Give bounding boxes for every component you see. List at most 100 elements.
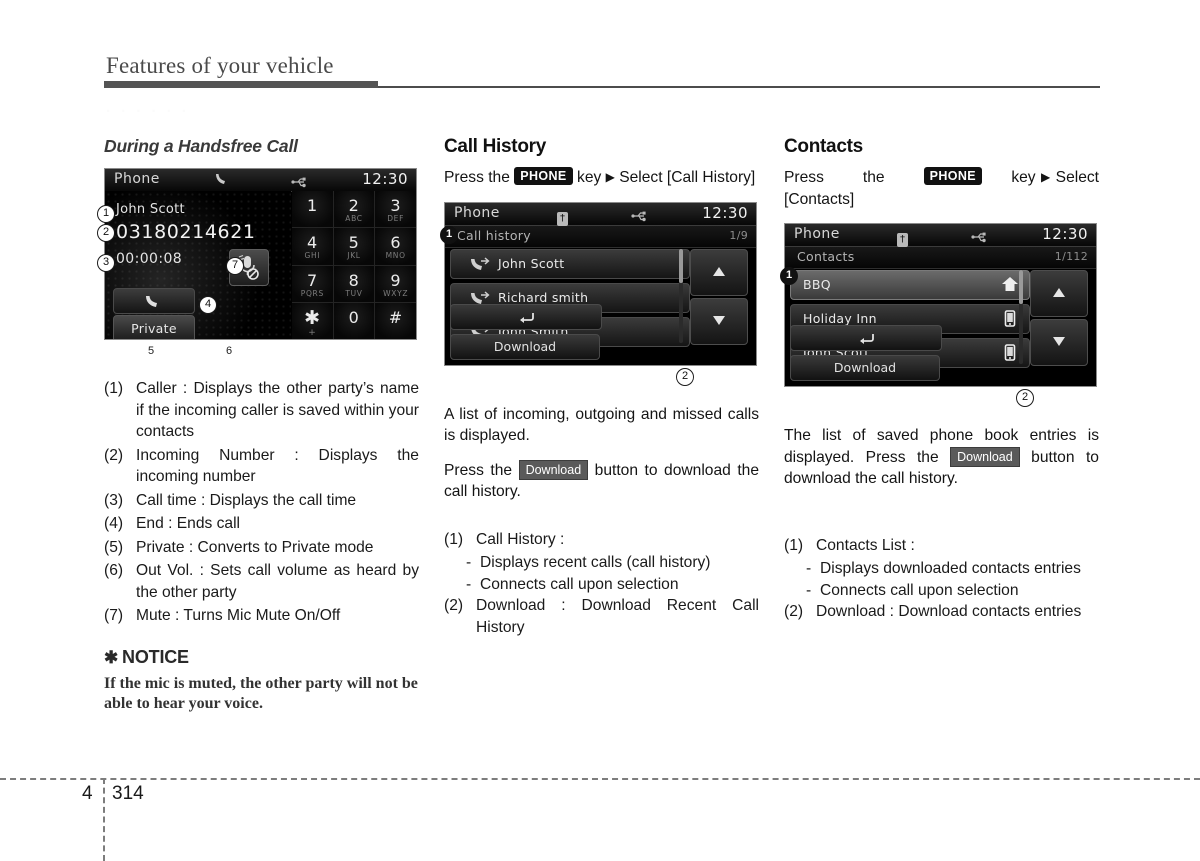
key-digit: ✱ — [304, 306, 321, 329]
notice-body: If the mic is muted, the other party wil… — [104, 674, 418, 712]
head-unit-call-screen[interactable]: Phone 12:30 John Scott 03180214621 00:00… — [104, 168, 417, 340]
head-unit-contacts-screen[interactable]: Phone † 12:30 Contacts 1/112 BBQ Holiday… — [784, 223, 1097, 387]
key-7[interactable]: 7 PQRS — [292, 265, 334, 303]
back-button[interactable] — [450, 303, 602, 330]
column-handsfree-call: During a Handsfree Call Phone 12:30 John… — [97, 136, 419, 714]
back-arrow-icon — [860, 334, 874, 344]
list-item[interactable]: BBQ — [790, 270, 1030, 300]
call-info-area: John Scott 03180214621 00:00:08 Private — [105, 191, 291, 339]
bottom-bar: Download — [790, 325, 1096, 381]
call-option-row: Private Out Vol. — [113, 315, 291, 339]
scroll-up-button[interactable] — [1030, 270, 1088, 317]
list-item: (6) Out Vol. : Sets call volume as heard … — [104, 560, 419, 603]
item-number: (1) — [104, 380, 124, 397]
key-digit: 1 — [306, 196, 318, 215]
call-history-sublist: - Displays recent calls (call history) -C… — [466, 552, 759, 595]
list-item: (3) Call time : Displays the call time — [104, 490, 419, 512]
ghost-text: · · · · · · — [106, 103, 190, 120]
key-5[interactable]: 5 JKL — [333, 228, 376, 266]
figure-contacts-screen: Phone † 12:30 Contacts 1/112 BBQ Holiday… — [780, 223, 1099, 407]
key-letters: WXYZ — [383, 288, 409, 298]
key-digit: 3 — [390, 196, 401, 215]
list-item: (2) Download : Download contacts entries — [784, 601, 1099, 623]
contacts-desc: The list of saved phone book entries is … — [784, 425, 1099, 490]
sub-list-item: - Displays recent calls (call history) — [466, 552, 759, 574]
sub-list-item: - Displays downloaded contacts entries — [806, 558, 1099, 580]
key-0[interactable]: 0 — [333, 302, 376, 339]
notice-heading-text: NOTICE — [122, 646, 189, 667]
footer-page-number: 314 — [112, 783, 144, 804]
key-6[interactable]: 6 MNO — [375, 228, 416, 266]
status-bar-clock: 12:30 — [702, 203, 748, 222]
contacts-item-list-2: (2) Download : Download contacts entries — [784, 601, 1099, 623]
page-count: 1/9 — [729, 228, 748, 242]
caller-number: 03180214621 — [116, 221, 256, 243]
bottom-bar: Download — [450, 303, 756, 360]
key-9[interactable]: 9 WXYZ — [375, 265, 416, 303]
arrow-right-icon: ▶ — [1035, 170, 1056, 184]
download-button[interactable]: Download — [450, 333, 600, 360]
key-digit: 6 — [390, 233, 401, 253]
private-button[interactable]: Private — [113, 315, 195, 339]
call-history-item-list: (1) Call History : — [444, 529, 759, 551]
desc2-pre: Press the — [444, 461, 513, 479]
key-8[interactable]: 8 TUV — [333, 265, 376, 303]
key-digit: 9 — [390, 270, 401, 290]
column-call-history: Call History Press the PHONE key ▶ Selec… — [440, 136, 759, 640]
bluetooth-icon: † — [897, 227, 908, 247]
list-item-label: John Scott — [498, 255, 565, 271]
key-hash[interactable]: # — [375, 302, 416, 339]
handsfree-item-list: (1) Caller : Displays the other party’s n… — [104, 378, 419, 627]
header-rule-thin — [378, 86, 1100, 88]
key-3[interactable]: 3 DEF — [375, 191, 416, 229]
instr-post: Select [Call History] — [619, 169, 756, 186]
status-bar: Phone † 12:30 — [785, 224, 1096, 247]
head-unit-call-history-screen[interactable]: Phone † 12:30 Call history 1/9 John Scot… — [444, 201, 757, 366]
callout-2: 2 — [1016, 389, 1034, 407]
key-1[interactable]: 1 — [292, 191, 334, 229]
key-letters: JKL — [347, 251, 361, 261]
callout-7: 7 — [226, 257, 244, 275]
header-rule-thick — [104, 81, 378, 88]
sub-item-text: Connects call upon selection — [480, 575, 679, 593]
call-history-desc-2: Press the Download button to download th… — [444, 459, 759, 503]
download-button[interactable]: Download — [790, 355, 940, 381]
dial-keypad: 1 2 ABC 3 DEF 4 GHI 5 JKL 6 MNO 7 PQRS 8 TUV 9W… — [292, 191, 416, 339]
call-active-icon — [213, 172, 229, 190]
figure-call-history-screen: Phone † 12:30 Call history 1/9 John Scot… — [440, 201, 759, 386]
key-letters: + — [308, 327, 317, 338]
key-digit: 0 — [348, 307, 360, 327]
list-item: (1) Contacts List : — [784, 535, 1099, 557]
key-2[interactable]: 2 ABC — [333, 191, 376, 229]
list-item: (7) Mute : Turns Mic Mute On/Off — [104, 605, 419, 627]
key-4[interactable]: 4 GHI — [292, 228, 334, 266]
call-time: 00:00:08 — [116, 251, 183, 267]
back-button[interactable] — [790, 325, 942, 351]
call-history-item-list-2: (2) Download : Download Recent Call Histo… — [444, 595, 759, 638]
sub-list-item: - Connects call upon selection — [466, 574, 759, 596]
caller-name: John Scott — [116, 202, 185, 217]
answer-call-button[interactable] — [113, 288, 195, 314]
item-number: (2) — [104, 446, 124, 464]
scroll-up-button[interactable] — [690, 248, 748, 296]
key-star[interactable]: ✱ + — [292, 302, 334, 339]
callout-6: 6 — [225, 345, 233, 357]
item-text: Download : Download Recent Call History — [476, 597, 759, 636]
sub-item-text: Displays downloaded contacts entries — [820, 560, 1081, 577]
sub-list-item: - Connects call upon selection — [806, 580, 1099, 602]
status-bar: Phone † 12:30 — [445, 202, 756, 226]
instr-pre: Press the — [444, 169, 510, 186]
instr-mid: key — [577, 169, 602, 186]
list-item: (2) Incoming Number : Displays the incomi… — [104, 445, 419, 488]
contacts-item-list: (1) Contacts List : — [784, 535, 1099, 557]
list-item[interactable]: John Scott — [450, 248, 690, 279]
status-bar-clock: 12:30 — [1042, 225, 1088, 243]
notice-star-icon: ✱ — [104, 647, 119, 667]
footer-vertical-divider — [103, 778, 105, 861]
key-digit: 8 — [348, 270, 360, 290]
key-letters: DEF — [387, 214, 405, 223]
item-text: Caller : Displays the other party’s name… — [136, 380, 419, 440]
item-number: (6) — [104, 562, 124, 579]
instr-the: the — [862, 169, 885, 186]
item-text: Mute : Turns Mic Mute On/Off — [136, 607, 341, 624]
